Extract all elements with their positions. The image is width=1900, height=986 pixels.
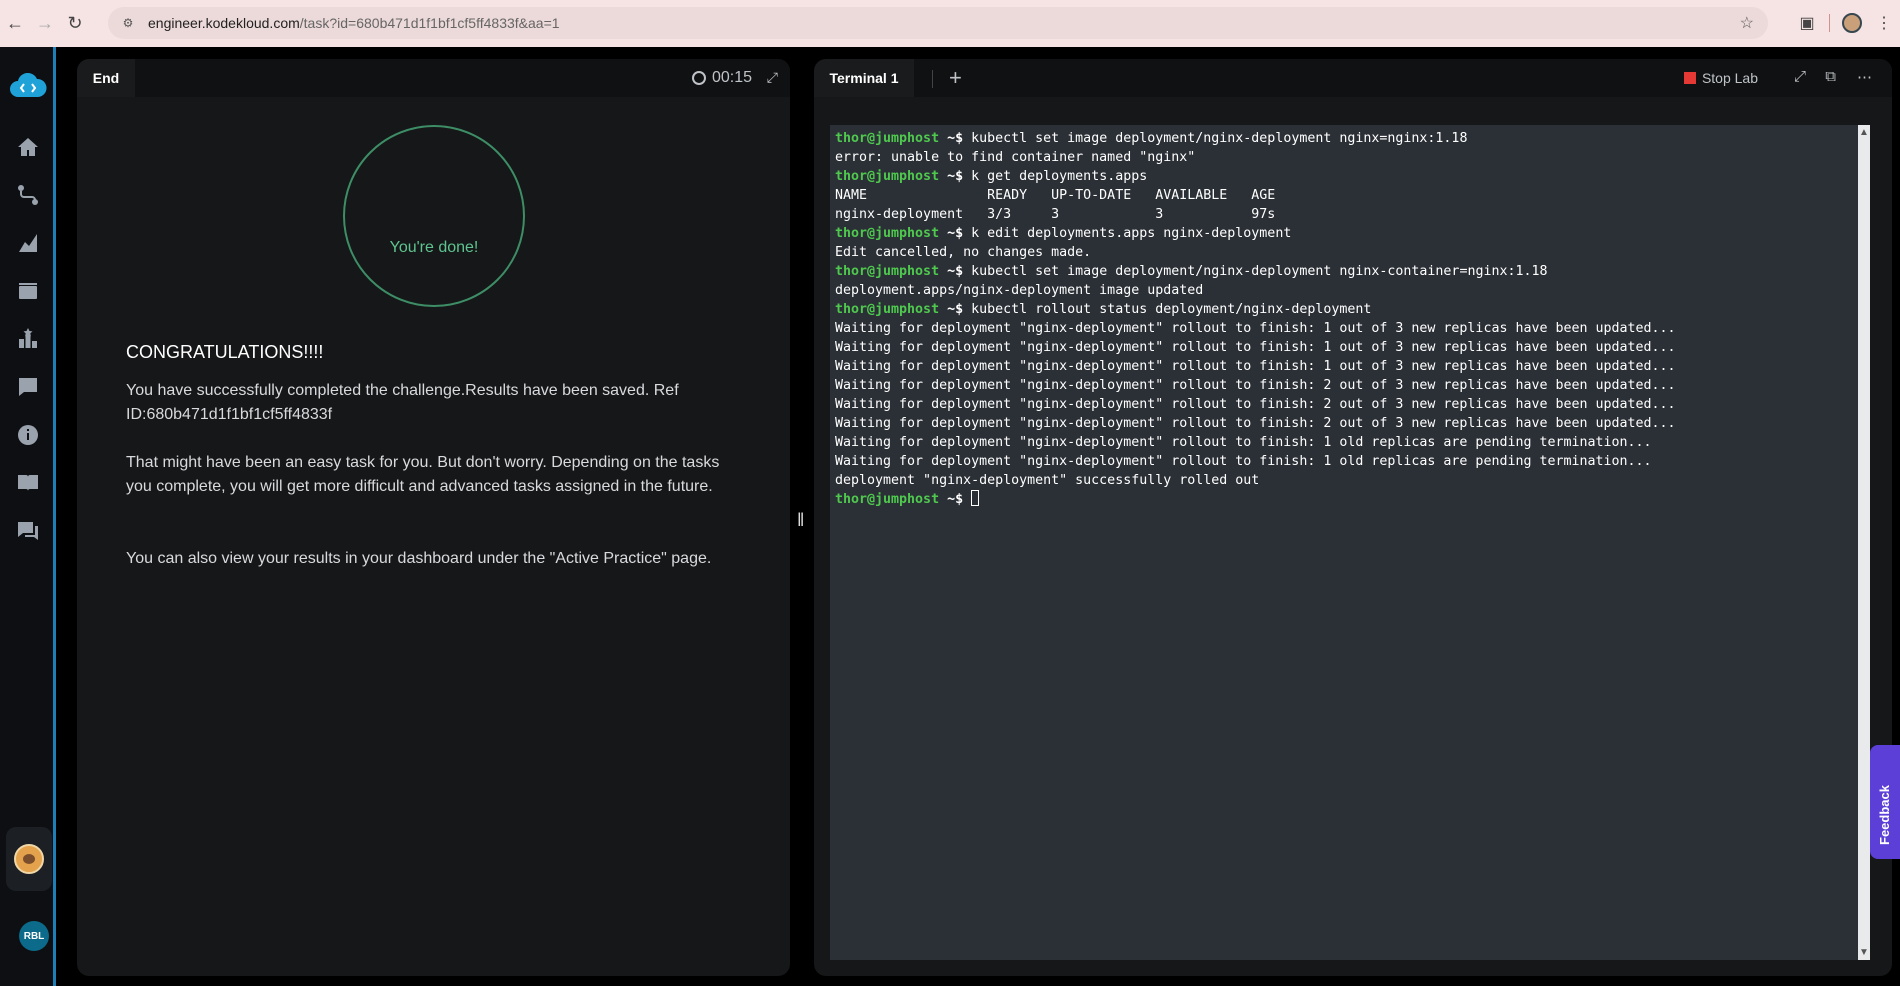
reload-icon[interactable]: ↻ bbox=[60, 9, 90, 39]
stop-lab-label: Stop Lab bbox=[1701, 70, 1758, 86]
panel-resize-handle[interactable]: ‖ bbox=[797, 510, 804, 531]
task-panel: End 00:15 ⤢ You're done! CONGRATULATIONS… bbox=[77, 59, 790, 976]
terminal-output-line: Edit cancelled, no changes made. bbox=[835, 245, 1092, 260]
prompt-suffix: ~$ bbox=[939, 302, 972, 317]
divider bbox=[1829, 14, 1830, 32]
terminal[interactable]: thor@jumphost ~$ kubectl set image deplo… bbox=[830, 125, 1870, 960]
browser-toolbar: ← → ↻ ⚙ engineer.kodekloud.com/task?id=6… bbox=[0, 0, 1900, 47]
command-text: kubectl rollout status deployment/nginx-… bbox=[971, 302, 1372, 317]
prompt-user: thor@jumphost bbox=[835, 302, 940, 317]
notes-icon[interactable] bbox=[14, 373, 42, 401]
done-text: You're done! bbox=[389, 239, 479, 256]
prompt-user: thor@jumphost bbox=[835, 131, 940, 146]
address-bar[interactable]: ⚙ engineer.kodekloud.com/task?id=680b471… bbox=[108, 7, 1768, 39]
terminal-output-line: Waiting for deployment "nginx-deployment… bbox=[835, 397, 1676, 412]
user-initials-badge[interactable]: RBL bbox=[19, 921, 49, 951]
book-icon[interactable] bbox=[14, 469, 42, 497]
terminal-command-line: thor@jumphost ~$ kubectl set image deplo… bbox=[835, 262, 1676, 281]
learning-path-icon[interactable] bbox=[14, 181, 42, 209]
add-terminal-icon[interactable]: + bbox=[949, 65, 962, 91]
more-options-icon[interactable]: ⋯ bbox=[1857, 68, 1872, 86]
cast-icon[interactable]: ▣ bbox=[1791, 8, 1823, 38]
sidebar: RBL bbox=[0, 47, 56, 986]
home-icon[interactable] bbox=[14, 133, 42, 161]
prompt-user: thor@jumphost bbox=[835, 492, 940, 507]
url-text: engineer.kodekloud.com/task?id=680b471d1… bbox=[148, 15, 560, 31]
leaderboard-icon[interactable] bbox=[14, 325, 42, 353]
prompt-suffix: ~$ bbox=[939, 264, 972, 279]
profile-avatar[interactable] bbox=[1842, 13, 1862, 33]
terminal-command-line: thor@jumphost ~$ kubectl set image deplo… bbox=[835, 129, 1676, 148]
result-paragraph: You have successfully completed the chal… bbox=[126, 382, 679, 423]
completion-circle: You're done! bbox=[343, 125, 525, 307]
info-paragraph: That might have been an easy task for yo… bbox=[126, 454, 720, 495]
menu-dots-icon[interactable]: ⋮ bbox=[1868, 8, 1900, 38]
stop-lab-button[interactable]: Stop Lab bbox=[1683, 70, 1758, 86]
terminal-output-line: error: unable to find container named "n… bbox=[835, 150, 1196, 165]
forward-icon[interactable]: → bbox=[30, 9, 60, 39]
open-new-window-icon[interactable]: ⧉ bbox=[1825, 68, 1836, 85]
terminal-output-line: Waiting for deployment "nginx-deployment… bbox=[835, 340, 1676, 355]
tab-terminal-1[interactable]: Terminal 1 bbox=[814, 59, 914, 97]
terminal-output: thor@jumphost ~$ kubectl set image deplo… bbox=[835, 129, 1676, 509]
terminal-output-line: deployment "nginx-deployment" successful… bbox=[835, 473, 1260, 488]
tab-end[interactable]: End bbox=[77, 59, 135, 97]
terminal-command-line: thor@jumphost ~$ k edit deployments.apps… bbox=[835, 224, 1676, 243]
congrats-heading: CONGRATULATIONS!!!! bbox=[126, 342, 324, 362]
command-text: k get deployments.apps bbox=[971, 169, 1148, 184]
prompt-suffix: ~$ bbox=[939, 169, 972, 184]
info-icon[interactable] bbox=[14, 421, 42, 449]
scroll-down-icon[interactable]: ▼ bbox=[1859, 947, 1869, 958]
stop-icon bbox=[1683, 72, 1696, 84]
chat-icon[interactable] bbox=[14, 517, 42, 545]
terminal-command-line: thor@jumphost ~$ k get deployments.apps bbox=[835, 167, 1676, 186]
terminal-output-line: Waiting for deployment "nginx-deployment… bbox=[835, 454, 1652, 469]
terminal-output-line: Waiting for deployment "nginx-deployment… bbox=[835, 378, 1676, 393]
courses-icon[interactable] bbox=[14, 277, 42, 305]
terminal-scrollbar[interactable]: ▲ ▼ bbox=[1858, 125, 1870, 960]
terminal-cursor bbox=[971, 490, 980, 506]
terminal-output-line: Waiting for deployment "nginx-deployment… bbox=[835, 321, 1676, 336]
prompt-suffix: ~$ bbox=[939, 492, 972, 507]
kodekloud-logo-icon[interactable] bbox=[8, 72, 48, 99]
prompt-user: thor@jumphost bbox=[835, 226, 940, 241]
expand-icon[interactable]: ⤢ bbox=[1794, 68, 1806, 85]
back-icon[interactable]: ← bbox=[0, 9, 30, 39]
command-text: kubectl set image deployment/nginx-deplo… bbox=[971, 264, 1548, 279]
timer-value: 00:15 bbox=[711, 69, 752, 86]
site-info-icon[interactable]: ⚙ bbox=[120, 15, 136, 31]
terminal-output-line: Waiting for deployment "nginx-deployment… bbox=[835, 435, 1652, 450]
timer: 00:15 bbox=[691, 69, 752, 87]
command-text: k edit deployments.apps nginx-deployment bbox=[971, 226, 1292, 241]
prompt-suffix: ~$ bbox=[939, 226, 972, 241]
command-text: kubectl set image deployment/nginx-deplo… bbox=[971, 131, 1468, 146]
stopwatch-icon bbox=[691, 71, 706, 85]
bookmark-star-icon[interactable]: ☆ bbox=[1740, 13, 1754, 33]
terminal-command-line: thor@jumphost ~$ bbox=[835, 490, 1676, 509]
expand-icon[interactable]: ⤢ bbox=[767, 69, 778, 86]
terminal-output-line: Waiting for deployment "nginx-deployment… bbox=[835, 359, 1676, 374]
prompt-user: thor@jumphost bbox=[835, 264, 940, 279]
prompt-suffix: ~$ bbox=[939, 131, 972, 146]
user-avatar-card[interactable] bbox=[6, 827, 52, 891]
terminal-output-line: NAME READY UP-TO-DATE AVAILABLE AGE bbox=[835, 188, 1276, 203]
playground-icon[interactable] bbox=[14, 229, 42, 257]
terminal-panel: Terminal 1 + Stop Lab ⤢ ⧉ ⋯ thor@jumphos… bbox=[814, 59, 1892, 976]
terminal-output-line: deployment.apps/nginx-deployment image u… bbox=[835, 283, 1204, 298]
feedback-button[interactable]: Feedback bbox=[1870, 745, 1900, 859]
prompt-user: thor@jumphost bbox=[835, 169, 940, 184]
terminal-panel-header: Terminal 1 + Stop Lab ⤢ ⧉ ⋯ bbox=[814, 59, 1892, 97]
divider bbox=[932, 70, 933, 88]
user-avatar[interactable] bbox=[14, 844, 44, 874]
terminal-command-line: thor@jumphost ~$ kubectl rollout status … bbox=[835, 300, 1676, 319]
terminal-output-line: Waiting for deployment "nginx-deployment… bbox=[835, 416, 1676, 431]
feedback-label: Feedback bbox=[1877, 785, 1892, 845]
app-area: RBL End 00:15 ⤢ You're done! CONGRATULAT… bbox=[0, 47, 1900, 986]
task-panel-header: End 00:15 ⤢ bbox=[77, 59, 790, 97]
scroll-up-icon[interactable]: ▲ bbox=[1859, 127, 1869, 138]
dashboard-paragraph: You can also view your results in your d… bbox=[126, 550, 712, 567]
terminal-output-line: nginx-deployment 3/3 3 3 97s bbox=[835, 207, 1276, 222]
